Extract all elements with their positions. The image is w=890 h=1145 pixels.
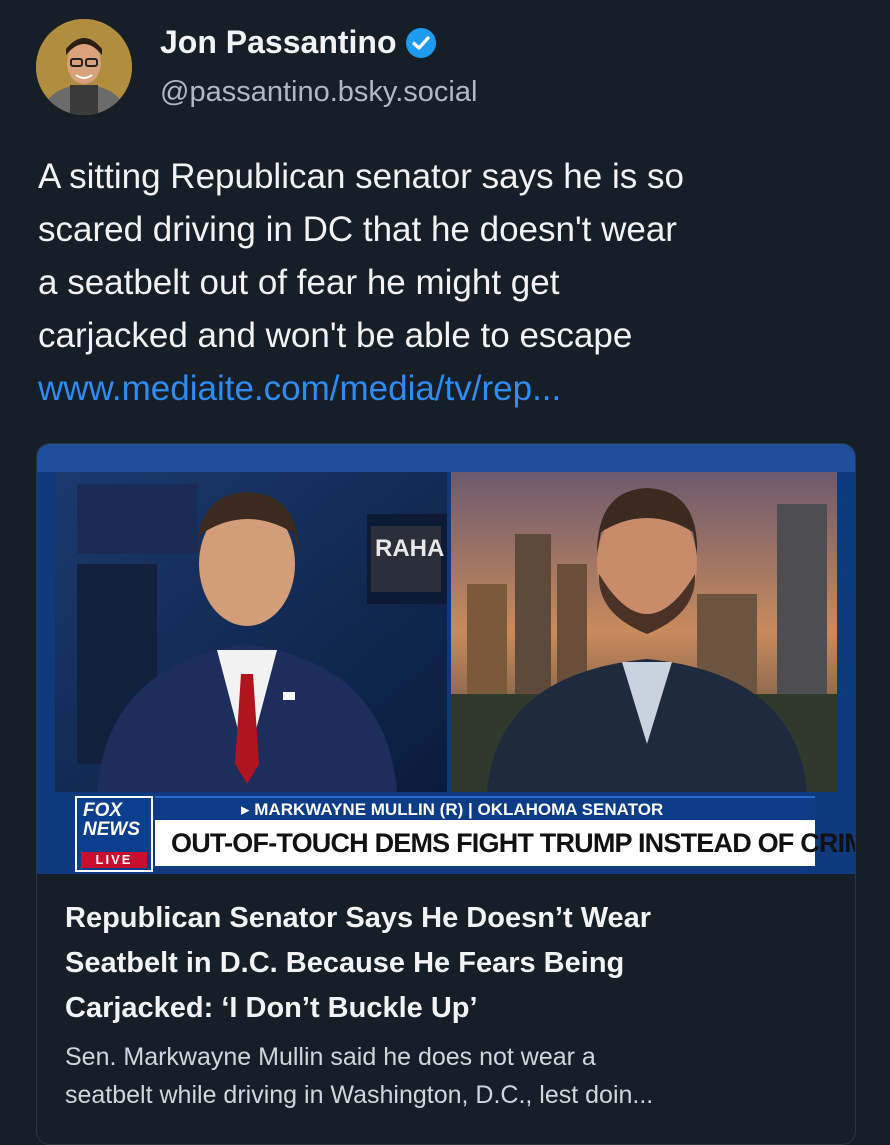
card-description-line: seatbelt while driving in Washington, D.… [65,1081,654,1109]
avatar-image [36,19,132,115]
post-text-line: carjacked and won't be able to escape [38,316,633,355]
post-link[interactable]: www.mediaite.com/media/tv/rep... [38,362,868,415]
card-title-line: Seatbelt in D.C. Because He Fears Being [65,947,625,979]
card-description: Sen. Markwayne Mullin said he does not w… [65,1038,835,1114]
card-thumbnail[interactable]: RAHA FOX NEWS LIVE ▸ MARKWAYNE MULLIN (R… [37,444,855,874]
studio-sign-text: RAHA [375,535,444,562]
handle[interactable]: @passantino.bsky.social [160,76,477,109]
verified-check-icon [405,27,436,58]
card-title-line: Carjacked: ‘I Don’t Buckle Up’ [65,992,478,1024]
live-badge: LIVE [81,852,147,868]
link-preview-card[interactable]: RAHA FOX NEWS LIVE ▸ MARKWAYNE MULLIN (R… [36,443,856,1145]
news-chyron: FOX NEWS LIVE ▸ MARKWAYNE MULLIN (R) | O… [37,794,855,874]
fox-news-logo: FOX NEWS LIVE [75,796,153,872]
post-text-line: A sitting Republican senator says he is … [38,157,684,196]
logo-text-fox: FOX [83,800,123,821]
card-title-line: Republican Senator Says He Doesn’t Wear [65,902,652,934]
avatar[interactable] [36,19,132,115]
chyron-nameplate: ▸ MARKWAYNE MULLIN (R) | OKLAHOMA SENATO… [155,796,815,820]
display-name-row[interactable]: Jon Passantino [160,24,437,61]
chyron-headline: OUT-OF-TOUCH DEMS FIGHT TRUMP INSTEAD OF… [155,820,855,866]
card-title[interactable]: Republican Senator Says He Doesn’t Wear … [65,896,835,1031]
logo-text-news: NEWS [83,819,140,840]
display-name[interactable]: Jon Passantino [160,24,397,61]
post-text-line: a seatbelt out of fear he might get [38,263,560,302]
post-text-line: scared driving in DC that he doesn't wea… [38,210,677,249]
post-text: A sitting Republican senator says he is … [38,150,868,415]
card-description-line: Sen. Markwayne Mullin said he does not w… [65,1043,596,1071]
